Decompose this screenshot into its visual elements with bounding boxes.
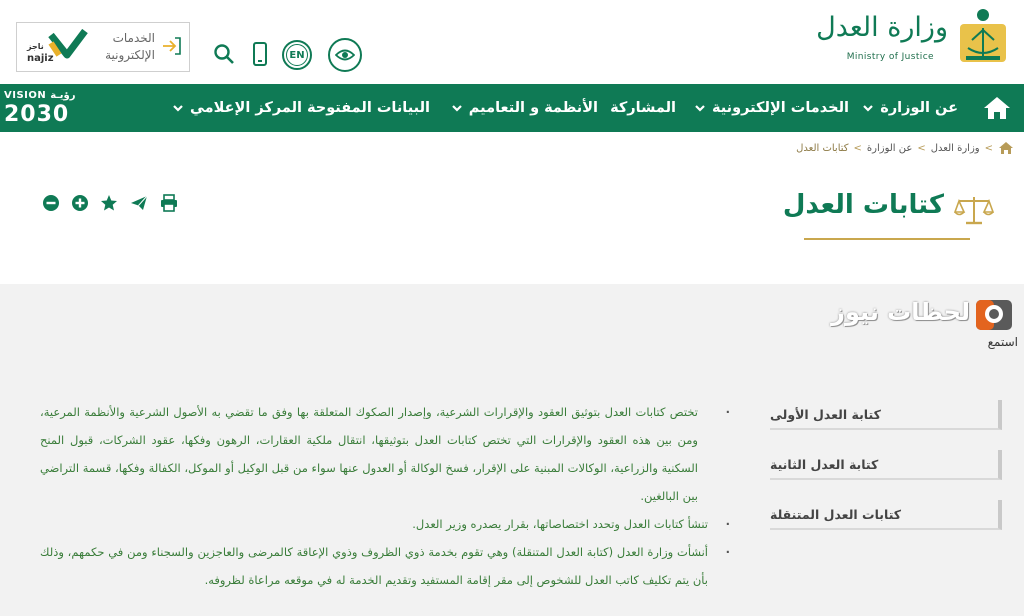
nav-label: الأنظمة و التعاميم (468, 100, 598, 116)
najiz-logo-icon: ناجز najiz (26, 29, 88, 64)
logo-english: Ministry of Justice (846, 52, 934, 62)
page-title-block: كتابات العدل (783, 186, 998, 242)
chevron-down-icon (863, 105, 874, 112)
nav-item-media-center[interactable]: المركز الإعلامي (172, 84, 302, 132)
nav-label: عن الوزارة (880, 100, 958, 116)
send-icon[interactable] (130, 194, 148, 212)
logo-arabic: وزارة العدل (816, 12, 948, 43)
chevron-down-icon (452, 105, 462, 112)
breadcrumb-separator: < (984, 142, 993, 154)
nav-label: المركز الإعلامي (190, 100, 302, 116)
sidebar-item-label: كتابة العدل الثانية (770, 456, 879, 472)
article-paragraph: أنشأت وزارة العدل (كتابة العدل المتنقلة)… (40, 538, 738, 594)
scales-of-justice-icon (954, 197, 994, 225)
watermark-text: لحظات نيوز (831, 298, 970, 326)
article-paragraph: تختص كتابات العدل بتوثيق العقود والإقرار… (40, 398, 738, 510)
breadcrumb-current: كتابات العدل (796, 142, 849, 154)
sidebar-item-mobile-notary[interactable]: كتابات العدل المتنقلة (770, 500, 1002, 530)
camera-icon (976, 300, 1012, 330)
language-en-icon[interactable]: EN (282, 40, 312, 70)
article-paragraph: تنشأ كتابات العدل وتحدد اختصاصاتها، بقرا… (40, 510, 738, 538)
najiz-brand: najiz (27, 53, 54, 64)
nav-label: الخدمات الإلكترونية (711, 100, 849, 116)
breadcrumb-link-about[interactable]: عن الوزارة (867, 143, 912, 154)
najiz-brand-ar: ناجز (26, 42, 44, 51)
article-body: تختص كتابات العدل بتوثيق العقود والإقرار… (40, 398, 738, 594)
najiz-eservices-button[interactable]: ناجز najiz الخدمات الإلكترونية (16, 22, 190, 72)
eye-icon (335, 49, 355, 61)
top-header: وزارة العدل Ministry of Justice ناجز naj… (0, 0, 1024, 84)
nav-item-about[interactable]: عن الوزارة (862, 84, 958, 132)
nav-item-open-data[interactable]: البيانات المفتوحة (307, 84, 430, 132)
chevron-down-icon (695, 105, 705, 112)
main-nav: عن الوزارة الخدمات الإلكترونية المشاركة … (0, 84, 1024, 132)
najiz-label-2: الإلكترونية (105, 48, 155, 62)
nav-item-regulations[interactable]: الأنظمة و التعاميم (451, 84, 598, 132)
print-icon[interactable] (160, 194, 178, 212)
ministry-logo[interactable]: وزارة العدل Ministry of Justice (816, 6, 1012, 64)
login-arrow-icon (163, 37, 181, 55)
nav-item-participation[interactable]: المشاركة (610, 84, 676, 132)
language-en-label: EN (286, 44, 308, 66)
page-title: كتابات العدل (782, 190, 944, 220)
nav-label: البيانات المفتوحة (306, 100, 430, 116)
listen-button[interactable]: استمع (988, 335, 1018, 349)
nav-item-eservices[interactable]: الخدمات الإلكترونية (694, 84, 849, 132)
sidebar-item-first-notary[interactable]: كتابة العدل الأولى (770, 400, 1002, 430)
search-icon[interactable] (212, 42, 236, 66)
sidebar-item-second-notary[interactable]: كتابة العدل الثانية (770, 450, 1002, 480)
page-tools (42, 194, 182, 214)
nav-label: المشاركة (610, 100, 676, 116)
breadcrumb-separator: < (853, 142, 862, 154)
sidebar-item-label: كتابات العدل المتنقلة (770, 506, 902, 522)
chevron-down-icon (173, 105, 183, 112)
vision-year: 2030 (4, 102, 70, 127)
minus-icon[interactable] (42, 194, 60, 212)
emblem-icon (960, 9, 1006, 62)
watermark-logo: لحظات نيوز (831, 294, 1018, 336)
plus-icon[interactable] (71, 194, 89, 212)
mobile-icon[interactable] (251, 41, 269, 67)
star-icon[interactable] (100, 194, 118, 212)
home-icon[interactable] (982, 95, 1012, 121)
sidebar-item-label: كتابة العدل الأولى (770, 406, 881, 422)
vision-small-label: VISION رؤيـة (4, 90, 76, 101)
accessibility-eye-icon[interactable] (328, 38, 362, 72)
home-icon[interactable] (998, 141, 1014, 155)
breadcrumb-separator: < (917, 142, 926, 154)
vision-2030-logo[interactable]: VISION رؤيـة 2030 (4, 86, 84, 130)
breadcrumb-link-ministry[interactable]: وزارة العدل (931, 143, 980, 154)
title-underline (804, 238, 970, 240)
breadcrumb: < وزارة العدل < عن الوزارة < كتابات العد… (796, 141, 1014, 155)
najiz-label-1: الخدمات (112, 31, 155, 45)
